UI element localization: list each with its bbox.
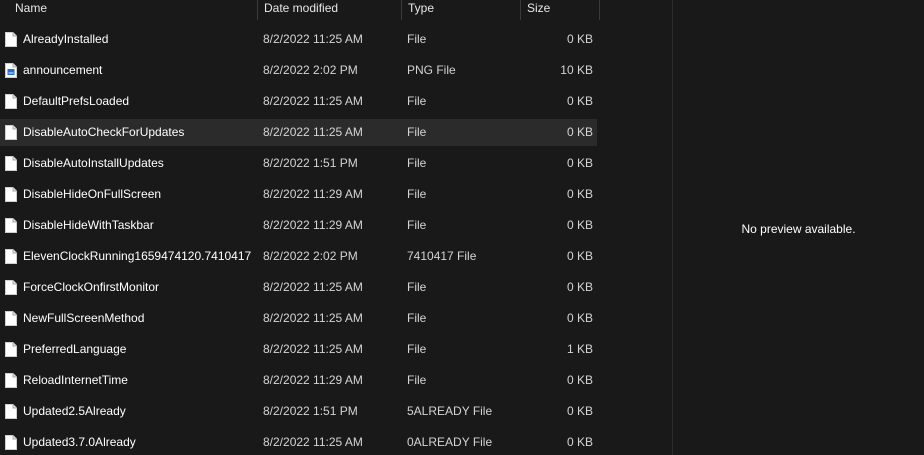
file-type: 7410417 File [407,249,477,263]
file-type: File [407,32,427,46]
file-size: 0 KB [566,280,593,294]
blank-file-icon [5,435,17,450]
blank-file-icon [5,187,17,202]
file-size: 1 KB [566,342,593,356]
file-name: DisableAutoInstallUpdates [23,156,164,170]
preview-pane: No preview available. [673,0,924,455]
file-type: File [407,280,427,294]
file-date-modified: 8/2/2022 2:02 PM [263,63,358,77]
file-name: ReloadInternetTime [23,373,128,387]
file-size: 0 KB [566,156,593,170]
file-row[interactable]: Updated2.5Already 8/2/2022 1:51 PM 5ALREAD… [0,396,672,427]
file-type: 0ALREADY File [407,435,493,449]
file-type: PNG File [407,63,456,77]
file-date-modified: 8/2/2022 2:02 PM [263,249,358,263]
file-date-modified: 8/2/2022 11:29 AM [263,218,363,232]
file-row[interactable]: AlreadyInstalled 8/2/2022 11:25 AM File 0 K… [0,24,672,55]
file-date-modified: 8/2/2022 11:25 AM [263,342,363,356]
file-size: 0 KB [566,32,593,46]
file-name: ElevenClockRunning1659474120.7410417 [23,249,252,263]
file-type: File [407,311,427,325]
file-name: announcement [23,63,103,77]
file-row[interactable]: ReloadInternetTime 8/2/2022 11:29 AM File 0… [0,365,672,396]
file-date-modified: 8/2/2022 11:25 AM [263,280,363,294]
file-size: 10 KB [560,63,593,77]
file-name: DisableHideOnFullScreen [23,187,162,201]
blank-file-icon [5,280,17,295]
column-header-date-modified[interactable]: Date modified [257,0,400,20]
file-size: 0 KB [566,373,593,387]
file-list-pane[interactable]: Name Date modified Type Size AlreadyInst… [0,0,672,455]
blank-file-icon [5,32,17,47]
file-row[interactable]: PreferredLanguage 8/2/2022 11:25 AM File 1 … [0,334,672,365]
file-name: DisableAutoCheckForUpdates [23,125,185,139]
blank-file-icon [5,373,17,388]
file-date-modified: 8/2/2022 1:51 PM [263,404,358,418]
file-size: 0 KB [566,249,593,263]
file-row[interactable]: ForceClockOnfirstMonitor 8/2/2022 11:25 A… [0,272,672,303]
file-name: DisableHideWithTaskbar [23,218,154,232]
blank-file-icon [5,156,17,171]
file-name: Updated2.5Already [23,404,126,418]
preview-message: No preview available. [741,222,856,236]
blank-file-icon [5,249,17,264]
file-name: NewFullScreenMethod [23,311,145,325]
file-date-modified: 8/2/2022 11:25 AM [263,435,363,449]
file-type: File [407,218,427,232]
file-name: DefaultPrefsLoaded [23,94,130,108]
column-header-bar: Name Date modified Type Size [0,0,672,20]
column-header-size[interactable]: Size [520,0,600,20]
file-type: File [407,94,427,108]
file-row[interactable]: DisableAutoCheckForUpdates 8/2/2022 11:25… [0,117,672,148]
file-type: File [407,342,427,356]
file-date-modified: 8/2/2022 11:29 AM [263,373,363,387]
blank-file-icon [5,125,17,140]
file-row[interactable]: DisableHideOnFullScreen 8/2/2022 11:29 AM… [0,179,672,210]
png-file-icon [5,63,17,78]
file-date-modified: 8/2/2022 11:29 AM [263,187,363,201]
blank-file-icon [5,342,17,357]
file-date-modified: 8/2/2022 11:25 AM [263,94,363,108]
file-type: File [407,373,427,387]
file-row[interactable]: ElevenClockRunning1659474120.7410417 8/2/… [0,241,672,272]
file-size: 0 KB [566,125,593,139]
file-row[interactable]: DisableHideWithTaskbar 8/2/2022 11:29 AM F… [0,210,672,241]
blank-file-icon [5,311,17,326]
file-date-modified: 8/2/2022 11:25 AM [263,125,363,139]
file-date-modified: 8/2/2022 11:25 AM [263,311,363,325]
file-size: 0 KB [566,435,593,449]
file-row[interactable]: NewFullScreenMethod 8/2/2022 11:25 AM File… [0,303,672,334]
blank-file-icon [5,404,17,419]
file-name: PreferredLanguage [23,342,127,356]
file-size: 0 KB [566,311,593,325]
file-date-modified: 8/2/2022 1:51 PM [263,156,358,170]
file-type: File [407,187,427,201]
file-date-modified: 8/2/2022 11:25 AM [263,32,363,46]
file-type: 5ALREADY File [407,404,493,418]
file-size: 0 KB [566,218,593,232]
file-explorer-window: Name Date modified Type Size AlreadyInst… [0,0,924,455]
blank-file-icon [5,94,17,109]
file-row[interactable]: announcement 8/2/2022 2:02 PM PNG File 10 K… [0,55,672,86]
file-name: AlreadyInstalled [23,32,109,46]
file-row[interactable]: DisableAutoInstallUpdates 8/2/2022 1:51 P… [0,148,672,179]
file-size: 0 KB [566,404,593,418]
file-type: File [407,156,427,170]
file-row[interactable]: Updated3.7.0Already 8/2/2022 11:25 AM 0ALR… [0,427,672,455]
file-size: 0 KB [566,187,593,201]
file-list: AlreadyInstalled 8/2/2022 11:25 AM File 0 K… [0,24,672,455]
file-name: Updated3.7.0Already [23,435,136,449]
file-name: ForceClockOnfirstMonitor [23,280,160,294]
column-header-type[interactable]: Type [401,0,519,20]
column-header-name[interactable]: Name [9,0,256,20]
file-type: File [407,125,427,139]
blank-file-icon [5,218,17,233]
file-size: 0 KB [566,94,593,108]
file-row[interactable]: DefaultPrefsLoaded 8/2/2022 11:25 AM File 0… [0,86,672,117]
